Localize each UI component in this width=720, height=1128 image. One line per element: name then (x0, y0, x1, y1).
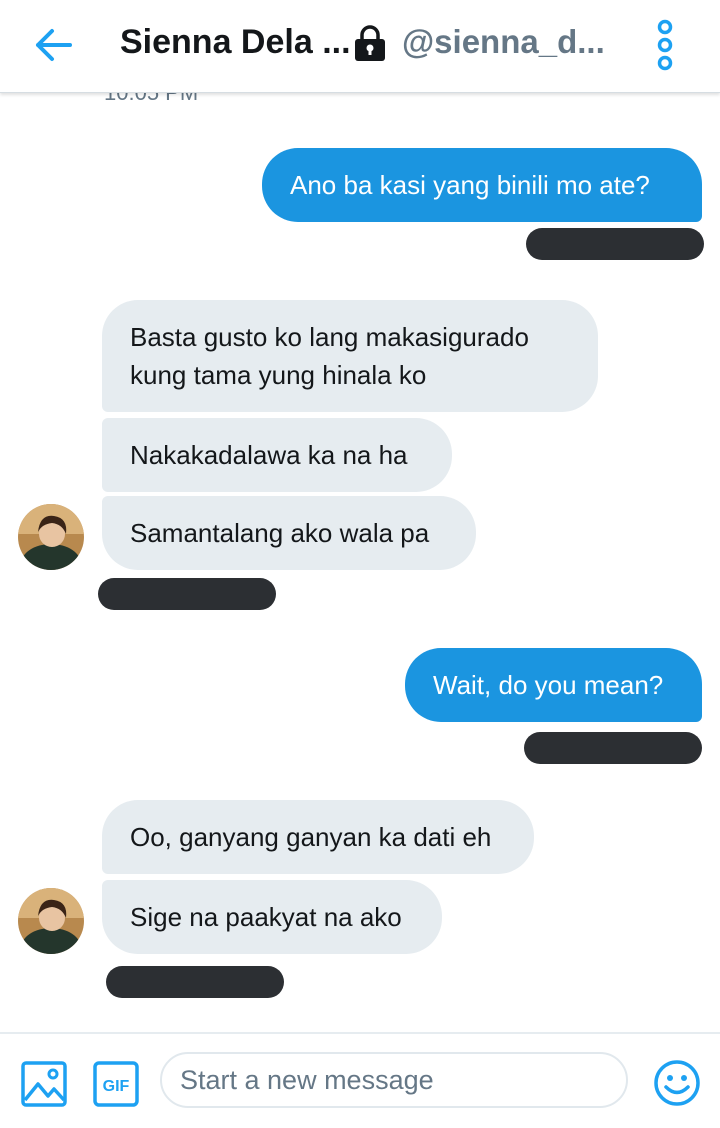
outgoing-message[interactable]: Wait, do you mean? (405, 648, 702, 722)
contact-name[interactable]: Sienna Dela ... (120, 22, 351, 62)
emoji-icon[interactable] (652, 1058, 702, 1108)
redacted-timestamp (526, 228, 704, 260)
avatar[interactable] (18, 504, 84, 570)
message-text: Sige na paakyat na ako (130, 902, 402, 932)
message-text: Samantalang ako wala pa (130, 518, 430, 548)
message-text: Wait, do you mean? (433, 670, 664, 700)
redacted-timestamp (106, 966, 284, 998)
conversation-header: Sienna Dela ... @sienna_d... (0, 0, 720, 93)
message-text: Oo, ganyang ganyan ka dati eh (130, 822, 492, 852)
message-input[interactable] (160, 1052, 628, 1108)
outgoing-message[interactable]: Ano ba kasi yang binili mo ate? (262, 148, 702, 222)
lock-icon (355, 25, 385, 61)
back-arrow-icon[interactable] (30, 22, 76, 68)
message-text: Ano ba kasi yang binili mo ate? (290, 170, 650, 200)
incoming-message[interactable]: Samantalang ako wala pa (102, 496, 476, 570)
redacted-timestamp (98, 578, 276, 610)
avatar-photo (18, 504, 84, 570)
incoming-message[interactable]: Basta gusto ko lang makasigurado kung ta… (102, 300, 598, 412)
gif-label: GIF (103, 1078, 130, 1095)
avatar[interactable] (18, 888, 84, 954)
message-composer: GIF (0, 1032, 720, 1128)
incoming-message[interactable]: Nakakadalawa ka na ha (102, 418, 452, 492)
more-vertical-icon[interactable] (648, 18, 682, 72)
incoming-message[interactable]: Oo, ganyang ganyan ka dati eh (102, 800, 534, 874)
redacted-timestamp (524, 732, 702, 764)
incoming-message[interactable]: Sige na paakyat na ako (102, 880, 442, 954)
message-text: Nakakadalawa ka na ha (130, 440, 408, 470)
message-text-line: kung tama yung hinala ko (130, 360, 427, 390)
avatar-photo (18, 888, 84, 954)
contact-handle[interactable]: @sienna_d... (402, 22, 605, 62)
image-icon[interactable] (20, 1060, 68, 1108)
message-text-line: Basta gusto ko lang makasigurado (130, 322, 529, 352)
gif-icon[interactable]: GIF (92, 1060, 140, 1108)
